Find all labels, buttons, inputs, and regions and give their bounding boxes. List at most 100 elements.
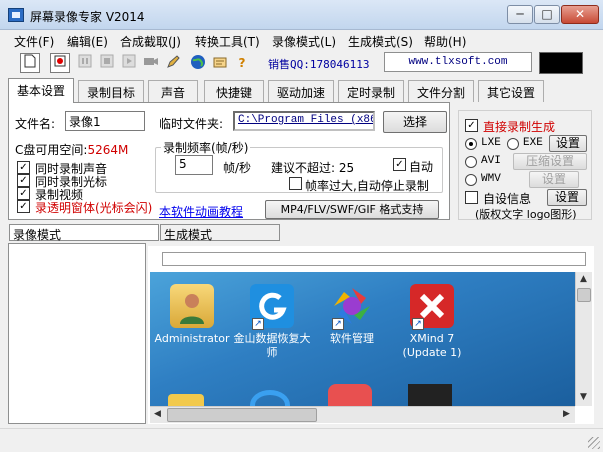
setting-button[interactable]: 设置 — [549, 135, 587, 152]
record-option-checkbox[interactable]: ✓ — [17, 174, 30, 187]
shortcut-arrow-icon: ↗ — [412, 318, 424, 330]
recording-list[interactable] — [8, 243, 146, 424]
pen-icon[interactable] — [163, 53, 183, 73]
tempdir-label: 临时文件夹: — [159, 117, 224, 131]
output-options-panel: ✓ 直接录制生成 LXE EXE 设置 AVI 压缩设置 WMV 设置 自设信息… — [458, 110, 592, 221]
copyright-label: (版权文字 logo图形) — [475, 208, 577, 221]
scroll-down-icon[interactable]: ▼ — [576, 390, 591, 405]
record-option-checkbox[interactable]: ✓ — [17, 161, 30, 174]
desktop-icon-recovery[interactable]: ↗ 金山数据恢复大师 — [232, 284, 312, 360]
auto-framerate-checkbox[interactable]: ✓ — [393, 158, 406, 171]
radio-wmv[interactable] — [465, 174, 477, 186]
menu-help[interactable]: 帮助(H) — [424, 33, 466, 50]
tab-record-mode[interactable]: 录像模式 — [9, 224, 159, 242]
hand-icon[interactable] — [210, 53, 230, 73]
scroll-left-icon[interactable]: ◀ — [150, 407, 165, 422]
desktop-icon-partial-2 — [250, 390, 290, 406]
status-bar — [0, 428, 603, 452]
tab-record-target[interactable]: 录制目标 — [78, 80, 144, 102]
record-option-label: 录透明窗体(光标会闪) — [35, 201, 153, 215]
desktop-icon-xmind[interactable]: ↗ XMind 7 (Update 1) — [392, 284, 472, 360]
shortcut-arrow-icon: ↗ — [332, 318, 344, 330]
desktop-icon-label: XMind 7 (Update 1) — [402, 332, 462, 359]
framerate-suggest: 建议不超过: 25 — [271, 161, 355, 175]
menu-compose[interactable]: 合成截取(J) — [120, 33, 181, 50]
screen-preview[interactable]: Administrator ↗ 金山数据恢复大师 ↗ 软件管理 ↗ XMind … — [150, 272, 575, 406]
vertical-scroll-thumb[interactable] — [577, 288, 591, 302]
framerate-input[interactable]: 5 — [175, 155, 213, 175]
horizontal-scroll-thumb[interactable] — [167, 408, 317, 422]
custom-info-setting-button[interactable]: 设置 — [547, 189, 587, 206]
preview-horizontal-scrollbar[interactable]: ◀ ▶ — [150, 406, 575, 423]
custom-info-label: 自设信息 — [483, 192, 532, 206]
menu-convert[interactable]: 转换工具(T) — [195, 33, 260, 50]
minimize-button[interactable]: ─ — [507, 5, 533, 24]
new-file-icon[interactable] — [20, 53, 40, 73]
desktop-icon-partial-3 — [328, 384, 372, 406]
xmind-icon: ↗ — [410, 284, 454, 330]
software-manager-icon: ↗ — [330, 284, 374, 330]
desktop-icon-software-manager[interactable]: ↗ 软件管理 — [312, 284, 392, 346]
tutorial-link[interactable]: 本软件动画教程 — [159, 203, 243, 220]
wmv-setting-button[interactable]: 设置 — [529, 171, 579, 188]
tab-sound[interactable]: 声音 — [148, 80, 198, 102]
tab-split[interactable]: 文件分割 — [408, 80, 474, 102]
filename-input[interactable]: 录像1 — [65, 111, 145, 131]
framerate-unit: 帧/秒 — [223, 161, 252, 175]
auto-stop-label: 帧率过大,自动停止录制 — [305, 179, 429, 193]
scroll-right-icon[interactable]: ▶ — [559, 407, 574, 422]
scroll-up-icon[interactable]: ▲ — [576, 272, 591, 287]
menu-file[interactable]: 文件(F) — [14, 33, 54, 50]
disk-space-label: C盘可用空间:5264M — [15, 141, 128, 158]
tempdir-input[interactable]: C:\Program Files (x86)\ — [233, 111, 375, 131]
direct-record-checkbox[interactable]: ✓ — [465, 119, 478, 132]
tab-other[interactable]: 其它设置 — [478, 80, 544, 102]
camera-icon[interactable] — [141, 53, 161, 73]
format-support-button[interactable]: MP4/FLV/SWF/GIF 格式支持 — [265, 200, 439, 219]
record-option-checkbox[interactable]: ✓ — [17, 187, 30, 200]
tab-hotkey[interactable]: 快捷键 — [204, 80, 264, 102]
radio-exe-label: EXE — [523, 137, 543, 149]
shortcut-arrow-icon: ↗ — [252, 318, 264, 330]
maximize-button[interactable]: □ — [534, 5, 560, 24]
radio-lxe[interactable] — [465, 138, 477, 150]
auto-stop-checkbox[interactable] — [289, 177, 302, 190]
tab-basic[interactable]: 基本设置 — [8, 78, 74, 103]
disk-space-value: 5264M — [87, 143, 129, 157]
tab-timer[interactable]: 定时录制 — [338, 80, 404, 102]
website-url[interactable]: www.tlxsoft.com — [384, 52, 532, 72]
filename-label: 文件名: — [15, 117, 56, 131]
desktop-icon-administrator[interactable]: Administrator — [152, 284, 232, 346]
help-icon[interactable]: ? — [232, 53, 252, 73]
window-title: 屏幕录像专家 V2014 — [30, 10, 145, 24]
menu-edit[interactable]: 编辑(E) — [67, 33, 108, 50]
record-option-checkbox[interactable]: ✓ — [17, 200, 30, 213]
play-icon[interactable] — [119, 53, 139, 73]
custom-info-checkbox[interactable] — [465, 191, 478, 204]
browse-button[interactable]: 选择 — [383, 111, 447, 133]
timeline-bar[interactable] — [162, 252, 586, 266]
globe-icon[interactable] — [188, 53, 208, 73]
sales-qq-text: 销售QQ:178046113 — [268, 58, 370, 71]
basic-settings-panel: 文件名: 录像1 临时文件夹: C:\Program Files (x86)\ … — [8, 102, 450, 220]
framerate-group-title: 录制频率(帧/秒) — [161, 139, 251, 156]
preview-color-box — [539, 52, 583, 74]
compress-setting-button[interactable]: 压缩设置 — [513, 153, 587, 170]
radio-avi[interactable] — [465, 156, 477, 168]
stop-icon[interactable] — [97, 53, 117, 73]
pause-icon[interactable] — [75, 53, 95, 73]
mode-bar: 录像模式 生成模式 — [0, 222, 603, 242]
record-icon[interactable] — [50, 53, 70, 73]
preview-vertical-scrollbar[interactable]: ▲ ▼ — [575, 272, 592, 406]
menu-generate-mode[interactable]: 生成模式(S) — [348, 33, 413, 50]
radio-avi-label: AVI — [481, 155, 501, 167]
tab-driver[interactable]: 驱动加速 — [268, 80, 334, 102]
auto-framerate-label: 自动 — [409, 160, 434, 174]
tab-generate-mode[interactable]: 生成模式 — [160, 224, 280, 242]
close-button[interactable]: ✕ — [561, 5, 599, 24]
radio-exe[interactable] — [507, 138, 519, 150]
menu-record-mode[interactable]: 录像模式(L) — [272, 33, 336, 50]
desktop-icon-label: Administrator — [154, 332, 230, 345]
desktop-icon-partial-4 — [408, 384, 452, 406]
resize-grip[interactable] — [588, 437, 600, 449]
